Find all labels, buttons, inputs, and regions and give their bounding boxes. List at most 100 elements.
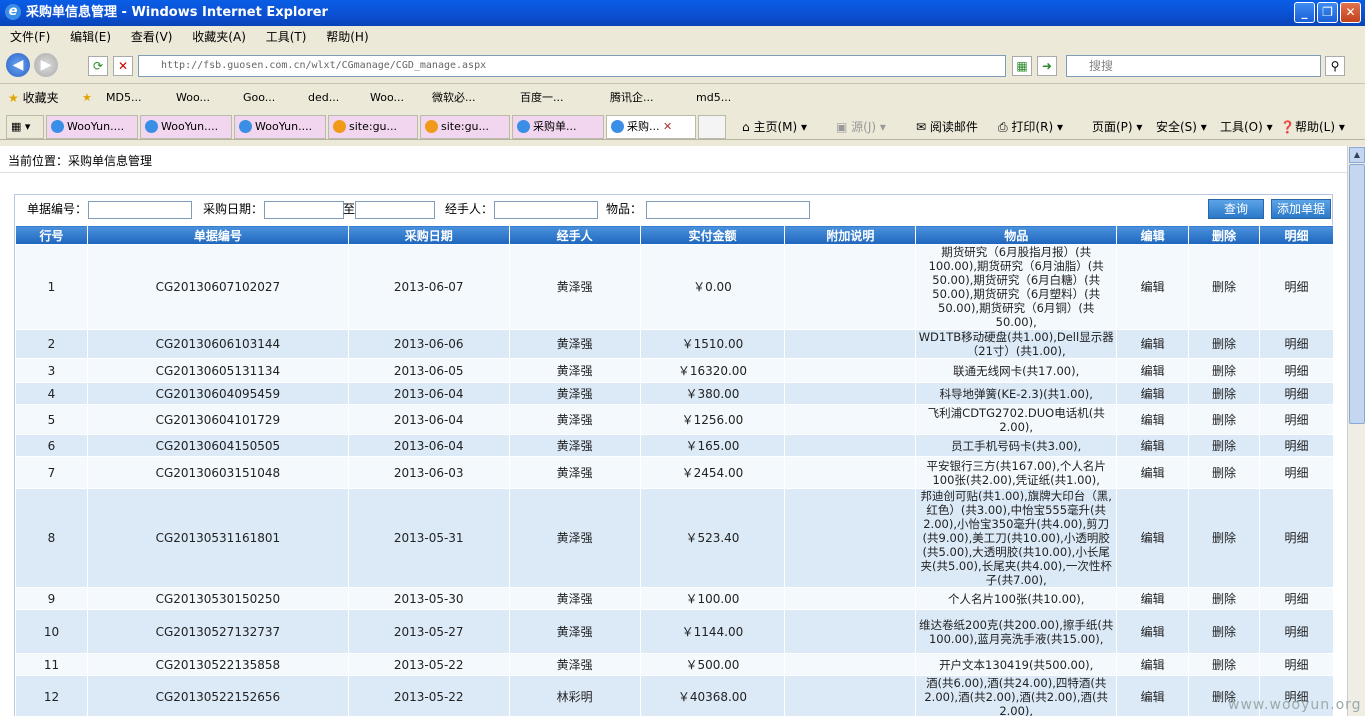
scroll-thumb[interactable]	[1349, 164, 1365, 424]
fav-item[interactable]: MD5...	[106, 84, 141, 112]
cell-date: 2013-06-03	[347, 456, 510, 489]
fav-item[interactable]: 百度一...	[520, 84, 564, 112]
detail-link[interactable]: 明细	[1259, 329, 1334, 359]
handler-input[interactable]	[494, 201, 598, 219]
detail-link[interactable]: 明细	[1259, 587, 1334, 610]
favorites-button[interactable]: ★ 收藏夹	[8, 84, 59, 112]
fav-item[interactable]: ded...	[308, 84, 339, 112]
delete-link[interactable]: 删除	[1188, 358, 1260, 383]
cell-handler: 黄泽强	[508, 456, 641, 489]
edit-link[interactable]: 编辑	[1116, 653, 1190, 676]
edit-link[interactable]: 编辑	[1116, 244, 1190, 330]
detail-link[interactable]: 明细	[1259, 404, 1334, 435]
refresh-icon[interactable]: ⟳	[88, 56, 108, 76]
edit-link[interactable]: 编辑	[1116, 329, 1190, 359]
delete-link[interactable]: 删除	[1188, 244, 1260, 330]
menu-tools[interactable]: 工具(T)	[266, 30, 307, 44]
minimize-button[interactable]: _	[1294, 2, 1315, 23]
edit-link[interactable]: 编辑	[1116, 675, 1190, 716]
edit-link[interactable]: 编辑	[1116, 587, 1190, 610]
vertical-scrollbar[interactable]: ▲	[1347, 146, 1365, 716]
detail-link[interactable]: 明细	[1259, 358, 1334, 383]
tab-item[interactable]: WooYun....	[46, 115, 138, 139]
fav-item[interactable]: Goo...	[243, 84, 275, 112]
menu-favorites[interactable]: 收藏夹(A)	[192, 30, 246, 44]
goods-input[interactable]	[646, 201, 810, 219]
delete-link[interactable]: 删除	[1188, 404, 1260, 435]
cell-note	[784, 675, 917, 716]
scroll-up-icon[interactable]: ▲	[1349, 147, 1365, 163]
ie-logo-icon: e	[5, 4, 21, 20]
fav-item[interactable]: 腾讯企...	[610, 84, 654, 112]
fav-item[interactable]: 微软必...	[432, 84, 476, 112]
delete-link[interactable]: 删除	[1188, 329, 1260, 359]
fav-item[interactable]: md5...	[696, 84, 731, 112]
edit-link[interactable]: 编辑	[1116, 456, 1190, 489]
compat-view-icon[interactable]: ▦	[1012, 56, 1032, 76]
query-button[interactable]: 查询	[1208, 199, 1264, 219]
restore-button[interactable]: ❐	[1317, 2, 1338, 23]
date-to-input[interactable]	[355, 201, 435, 219]
quick-tabs-icon[interactable]: ▦ ▾	[6, 115, 44, 139]
col-header: 经手人	[508, 225, 641, 245]
read-mail-button[interactable]: ✉ 阅读邮件	[916, 117, 978, 137]
tab-item[interactable]: WooYun....	[234, 115, 326, 139]
home-button[interactable]: ⌂ 主页(M) ▾	[742, 117, 807, 137]
add-favorite-icon[interactable]: ★	[82, 84, 92, 112]
help-menu[interactable]: ❓帮助(L) ▾	[1280, 117, 1345, 137]
edit-link[interactable]: 编辑	[1116, 609, 1190, 654]
new-tab-button[interactable]	[698, 115, 726, 139]
cell-id: CG20130530150250	[86, 587, 349, 610]
delete-link[interactable]: 删除	[1188, 609, 1260, 654]
delete-link[interactable]: 删除	[1188, 456, 1260, 489]
cell-note	[784, 244, 917, 330]
detail-link[interactable]: 明细	[1259, 609, 1334, 654]
go-icon[interactable]: ➜	[1037, 56, 1057, 76]
edit-link[interactable]: 编辑	[1116, 382, 1190, 405]
delete-link[interactable]: 删除	[1188, 382, 1260, 405]
cell-date: 2013-06-04	[347, 404, 510, 435]
address-input[interactable]: http://fsb.guosen.com.cn/wlxt/CGmanage/C…	[138, 55, 1006, 77]
doc-no-input[interactable]	[88, 201, 192, 219]
tab-item[interactable]: site:gu...	[420, 115, 510, 139]
edit-link[interactable]: 编辑	[1116, 404, 1190, 435]
detail-link[interactable]: 明细	[1259, 244, 1334, 330]
add-doc-button[interactable]: 添加单据	[1271, 199, 1331, 219]
menu-view[interactable]: 查看(V)	[131, 30, 173, 44]
menu-file[interactable]: 文件(F)	[10, 30, 50, 44]
tab-item-active[interactable]: 采购... ✕	[606, 115, 696, 139]
table-row: 3 CG20130605131134 2013-06-05 黄泽强 ￥16320.00 联…	[15, 358, 1334, 383]
detail-link[interactable]: 明细	[1259, 382, 1334, 405]
date-from-input[interactable]	[264, 201, 344, 219]
delete-link[interactable]: 删除	[1188, 488, 1260, 588]
cell-no: 9	[15, 587, 88, 610]
detail-link[interactable]: 明细	[1259, 653, 1334, 676]
search-input[interactable]: 搜搜	[1066, 55, 1321, 77]
fav-item[interactable]: Woo...	[176, 84, 210, 112]
edit-link[interactable]: 编辑	[1116, 358, 1190, 383]
feeds-button[interactable]: ▣ 源(J) ▾	[836, 117, 886, 137]
search-icon[interactable]: ⚲	[1325, 56, 1345, 76]
delete-link[interactable]: 删除	[1188, 434, 1260, 457]
fav-item[interactable]: Woo...	[370, 84, 404, 112]
tab-item[interactable]: 采购单...	[512, 115, 604, 139]
detail-link[interactable]: 明细	[1259, 434, 1334, 457]
forward-icon[interactable]: ▶	[34, 53, 58, 77]
back-icon[interactable]: ◀	[6, 53, 30, 77]
safety-menu[interactable]: 安全(S) ▾	[1156, 117, 1207, 137]
close-button[interactable]: ✕	[1340, 2, 1361, 23]
delete-link[interactable]: 删除	[1188, 587, 1260, 610]
tab-item[interactable]: WooYun....	[140, 115, 232, 139]
detail-link[interactable]: 明细	[1259, 488, 1334, 588]
menu-edit[interactable]: 编辑(E)	[70, 30, 111, 44]
page-menu[interactable]: 页面(P) ▾	[1092, 117, 1142, 137]
delete-link[interactable]: 删除	[1188, 653, 1260, 676]
tab-item[interactable]: site:gu...	[328, 115, 418, 139]
edit-link[interactable]: 编辑	[1116, 488, 1190, 588]
stop-icon[interactable]: ✕	[113, 56, 133, 76]
tools-menu[interactable]: 工具(O) ▾	[1220, 117, 1273, 137]
menu-help[interactable]: 帮助(H)	[326, 30, 368, 44]
detail-link[interactable]: 明细	[1259, 456, 1334, 489]
edit-link[interactable]: 编辑	[1116, 434, 1190, 457]
print-button[interactable]: ⎙ 打印(R) ▾	[998, 117, 1063, 137]
